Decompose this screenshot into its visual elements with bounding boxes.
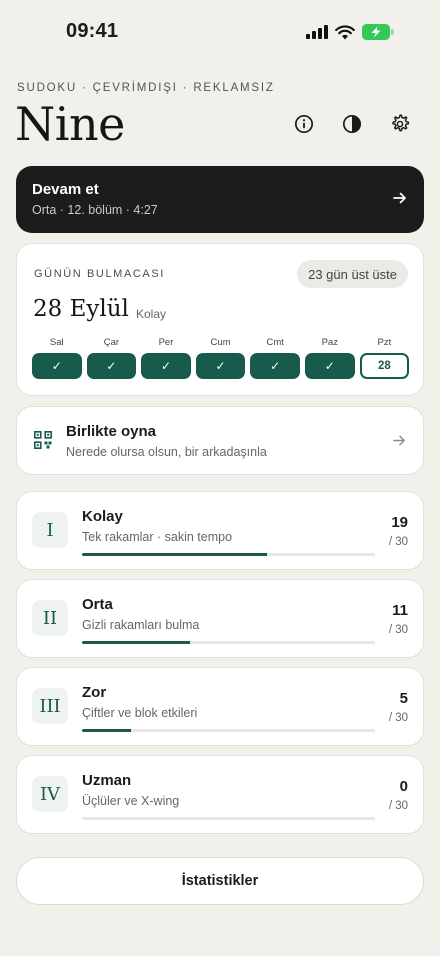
day-name: Cum (210, 337, 231, 348)
level-completed-count: 19 (391, 514, 408, 531)
level-description: Tek rakamlar · sakin tempo (82, 530, 233, 544)
app-title: Nine (15, 97, 125, 151)
week-day[interactable]: Per ✓ (141, 337, 191, 379)
info-icon (294, 114, 314, 134)
level-card-medium[interactable]: II Orta Gizli rakamları bulma 11 / 30 (16, 579, 424, 658)
level-card-expert[interactable]: IV Uzman Üçlüler ve X-wing 0 / 30 (16, 755, 424, 834)
level-progress-bar (82, 553, 375, 556)
today-date: 28 (359, 353, 410, 379)
level-total: / 30 (388, 712, 408, 724)
level-description: Gizli rakamları bulma (82, 618, 200, 632)
daily-label: GÜNÜN BULMACASI (34, 268, 165, 280)
level-progress-bar (82, 641, 375, 644)
day-check: ✓ (32, 353, 82, 379)
day-name: Pzt (377, 337, 392, 348)
level-card-easy[interactable]: I Kolay Tek rakamlar · sakin tempo 19 / … (16, 491, 424, 570)
day-check: ✓ (141, 353, 191, 379)
week-day[interactable]: Paz ✓ (304, 337, 355, 379)
week-day[interactable]: Cum ✓ (195, 337, 246, 379)
day-check: ✓ (86, 353, 137, 379)
day-name: Paz (321, 337, 338, 348)
level-completed-count: 11 (392, 602, 408, 619)
gear-icon (392, 114, 410, 132)
day-name: Çar (103, 337, 120, 348)
play-together-title: Birlikte oyna (66, 423, 157, 440)
cellular-signal-icon (306, 25, 328, 39)
status-time: 09:41 (66, 20, 119, 42)
status-bar: 09:41 (0, 0, 440, 64)
settings-button[interactable] (386, 110, 414, 138)
play-together-subtitle: Nerede olursa olsun, bir arkadaşınla (66, 445, 267, 459)
week-day[interactable]: Çar ✓ (86, 337, 137, 379)
arrow-right-icon (393, 435, 405, 446)
day-check: ✓ (250, 353, 300, 379)
level-completed-count: 5 (399, 690, 408, 707)
level-card-hard[interactable]: III Zor Çiftler ve blok etkileri 5 / 30 (16, 667, 424, 746)
daily-difficulty: Kolay (136, 307, 167, 321)
play-together-card[interactable]: Birlikte oyna Nerede olursa olsun, bir a… (16, 406, 424, 475)
app-tagline: SUDOKU · ÇEVRİMDIŞI · REKLAMSIZ (17, 82, 275, 94)
level-name: Kolay (82, 508, 123, 525)
level-total: / 30 (388, 800, 408, 812)
qr-code-icon (34, 431, 52, 449)
theme-toggle-button[interactable] (338, 110, 366, 138)
level-description: Üçlüler ve X-wing (82, 794, 180, 808)
level-progress-bar (82, 729, 375, 732)
status-icons (306, 24, 394, 40)
level-name: Uzman (82, 772, 132, 789)
level-name: Zor (82, 684, 107, 701)
info-button[interactable] (290, 110, 318, 138)
contrast-icon (342, 114, 362, 134)
day-name: Sal (49, 337, 64, 348)
arrow-right-icon (393, 192, 406, 204)
level-description: Çiftler ve blok etkileri (82, 706, 198, 720)
level-numeral: IV (32, 776, 68, 812)
continue-game-card[interactable]: Devam et Orta · 12. bölüm · 4:27 (16, 166, 424, 233)
level-name: Orta (82, 596, 113, 613)
statistics-button[interactable]: İstatistikler (16, 857, 424, 905)
day-check: ✓ (304, 353, 355, 379)
continue-title: Devam et (32, 181, 99, 198)
week-day[interactable]: Sal ✓ (32, 337, 82, 379)
level-numeral: II (32, 600, 68, 636)
day-name: Per (158, 337, 174, 348)
battery-charging-icon (362, 24, 394, 40)
day-check: ✓ (195, 353, 246, 379)
week-day[interactable]: Cmt ✓ (250, 337, 300, 379)
level-progress-fill (82, 641, 190, 644)
level-progress-fill (82, 729, 131, 732)
daily-date: 28 Eylül (33, 296, 129, 322)
streak-badge: 23 gün üst üste (297, 260, 408, 288)
week-day-today[interactable]: Pzt 28 (359, 337, 410, 379)
wifi-icon (335, 24, 355, 39)
level-total: / 30 (388, 536, 408, 548)
day-name: Cmt (266, 337, 284, 348)
level-progress-fill (82, 553, 268, 556)
level-total: / 30 (388, 624, 408, 636)
level-completed-count: 0 (399, 778, 408, 795)
level-numeral: I (32, 512, 68, 548)
daily-puzzle-card[interactable]: GÜNÜN BULMACASI 23 gün üst üste 28 Eylül… (16, 243, 424, 396)
level-numeral: III (32, 688, 68, 724)
week-tracker: Sal ✓ Çar ✓ Per ✓ Cum ✓ Cmt ✓ Paz ✓ Pzt 28 (32, 337, 410, 379)
level-progress-bar (82, 817, 375, 820)
continue-subtitle: Orta · 12. bölüm · 4:27 (32, 203, 158, 217)
